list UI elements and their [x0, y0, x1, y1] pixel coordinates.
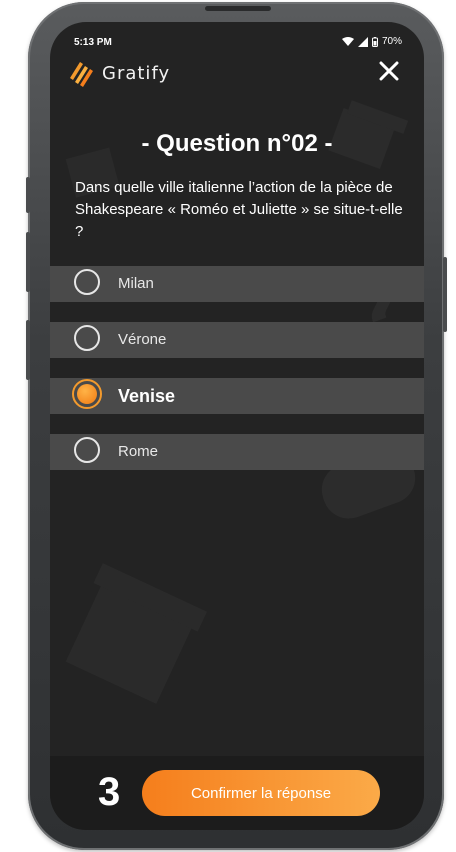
question-text: Dans quelle ville italienne l’action de … — [75, 179, 403, 240]
app-name: Gratify — [102, 62, 171, 84]
phone-side-button — [26, 320, 30, 380]
radio-button[interactable] — [74, 325, 100, 351]
answer-option-venise[interactable]: Venise — [50, 378, 424, 414]
answer-option-milan[interactable]: Milan — [50, 266, 424, 302]
signal-icon — [357, 36, 368, 47]
status-time: 5:13 PM — [74, 37, 112, 48]
app-header: Gratify — [50, 56, 424, 96]
answer-label: Milan — [118, 275, 154, 292]
phone-side-button — [26, 177, 30, 213]
radio-button-selected[interactable] — [72, 379, 102, 409]
app-logo: Gratify — [66, 58, 170, 88]
phone-speaker — [205, 6, 271, 11]
answer-label: Rome — [118, 443, 159, 460]
answer-option-verone[interactable]: Vérone — [50, 322, 424, 358]
claw-logo-icon — [70, 62, 93, 87]
battery-icon — [371, 36, 378, 47]
answer-label: Venise — [118, 386, 176, 406]
app-screen: ? 5:13 PM 70% Gratify - Question n°02 - … — [50, 22, 424, 830]
close-button[interactable] — [376, 58, 402, 84]
confirm-answer-button[interactable]: Confirmer la réponse — [142, 770, 380, 816]
answer-label: Vérone — [118, 331, 167, 348]
phone-side-button — [443, 257, 447, 332]
question-title: - Question n°02 - — [141, 130, 333, 157]
radio-button[interactable] — [74, 437, 100, 463]
status-icons: 70% — [341, 36, 402, 47]
bottom-bar: 3 Confirmer la réponse — [50, 756, 424, 830]
radio-button[interactable] — [74, 269, 100, 295]
close-icon — [379, 61, 399, 81]
phone-side-button — [26, 232, 30, 292]
countdown-timer: 3 — [98, 770, 121, 814]
gift-background-icon — [65, 563, 208, 704]
battery-percentage: 70% — [381, 36, 402, 47]
wifi-icon — [341, 36, 354, 46]
answer-option-rome[interactable]: Rome — [50, 434, 424, 470]
